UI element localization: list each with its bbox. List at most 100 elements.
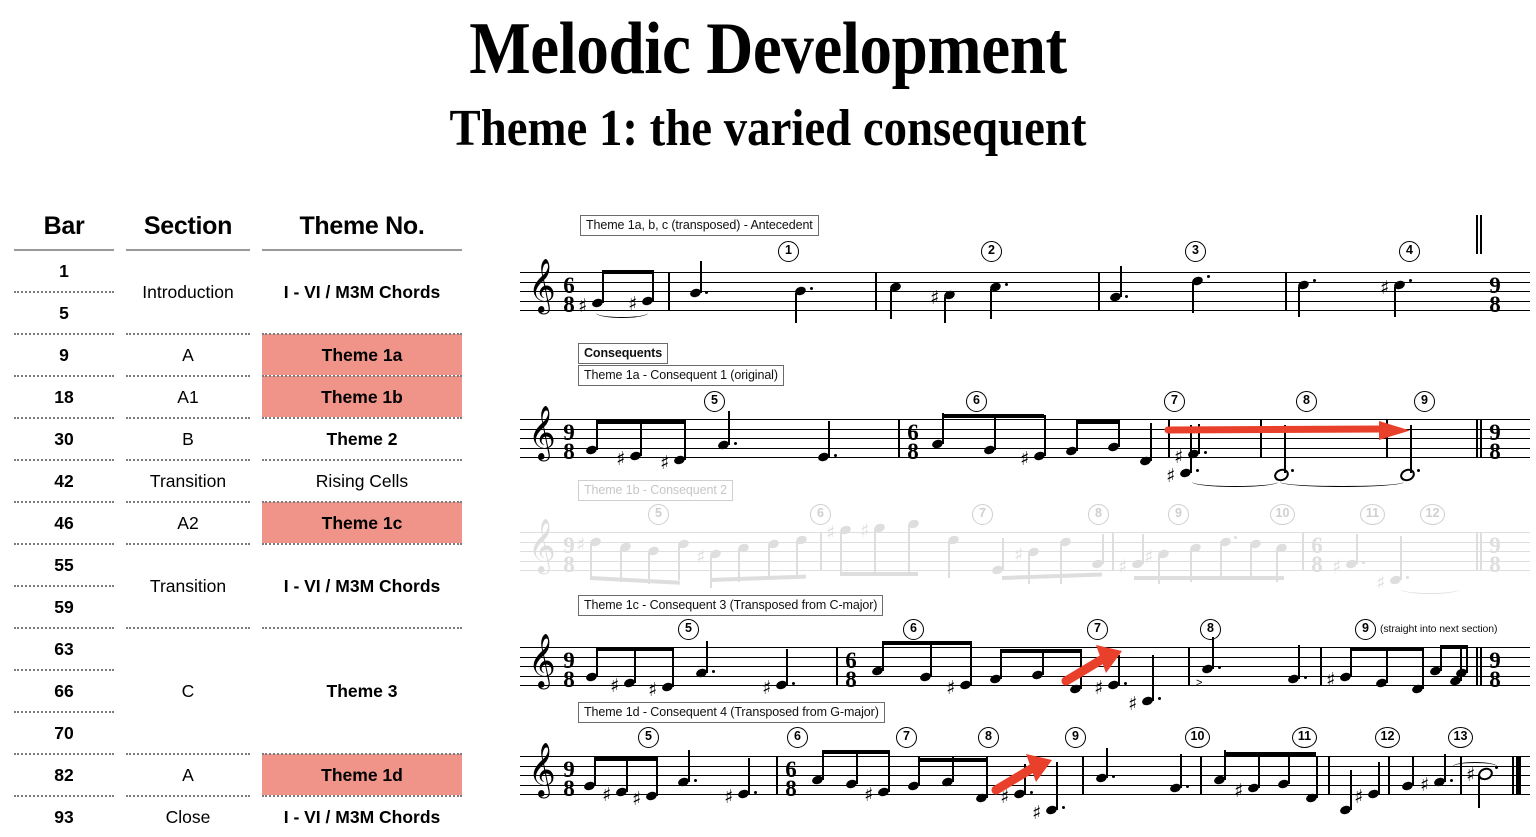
cell-gap [114, 418, 126, 459]
barline [820, 532, 822, 572]
title-block: Melodic Development Theme 1: the varied … [0, 0, 1536, 157]
mid-time-signature: 68 [845, 648, 857, 692]
form-structure-table: Bar Section Theme No. 1 Introduction I - V… [14, 212, 462, 837]
table-row: 18 A1 Theme 1b [14, 376, 462, 417]
tie [1452, 762, 1498, 772]
theme-cell-highlighted: Theme 1d [262, 754, 462, 795]
time-signature: 98 [563, 757, 575, 801]
barline [875, 272, 877, 312]
table-row: 46 A2 Theme 1c [14, 502, 462, 543]
beam [1001, 572, 1103, 580]
section-cell: A1 [177, 386, 199, 407]
barline [1328, 756, 1330, 796]
bar-number-cell: 18 [54, 386, 74, 407]
bar-number-cell: 66 [14, 670, 114, 713]
column-header-theme: Theme No. [262, 212, 462, 251]
system-consequent-3-label: Theme 1c - Consequent 3 (Transposed from… [578, 595, 884, 616]
bar-number: 5 [678, 619, 699, 640]
bar-number: 6 [787, 727, 808, 748]
sharp-accidental-icon: ♯ [930, 287, 940, 309]
sharp-accidental-icon: ♯ [578, 295, 588, 317]
table-row: 55 Transition I - VI / M3M Chords [14, 544, 462, 596]
bar-number: 8 [1200, 619, 1221, 640]
section-cell: Introduction [142, 281, 234, 302]
section-cell: Transition [149, 470, 227, 491]
section-cell: A [182, 764, 194, 785]
tie [1280, 477, 1404, 487]
bar-number: 3 [1185, 241, 1206, 262]
bar-number: 11 [1360, 504, 1385, 525]
end-time-signature: 98 [1489, 420, 1501, 464]
sharp-accidental-icon: ♯ [1144, 546, 1154, 568]
sharp-accidental-icon: ♯ [576, 534, 586, 556]
bar-number: 7 [896, 727, 917, 748]
sharp-accidental-icon: ♯ [1166, 465, 1176, 487]
beam [1076, 420, 1118, 424]
sharp-accidental-icon: ♯ [724, 786, 734, 808]
barline [668, 272, 670, 312]
end-time-signature: 98 [1489, 648, 1501, 692]
table-row: 1 Introduction I - VI / M3M Chords [14, 250, 462, 302]
bar-number: 7 [1087, 619, 1108, 640]
beam [1350, 647, 1424, 651]
section-cell: A [182, 344, 194, 365]
column-header-bar: Bar [14, 212, 114, 251]
bar-number: 6 [903, 619, 924, 640]
bar-number: 8 [978, 727, 999, 748]
sharp-accidental-icon: ♯ [1354, 786, 1364, 808]
bar-number: 8 [1296, 391, 1317, 412]
bar-number: 9 [1414, 391, 1435, 412]
bar-number-cell: 9 [59, 344, 69, 365]
bar-number-cell: 46 [54, 512, 74, 533]
system-consequent-4-label: Theme 1d - Consequent 4 (Transposed from… [578, 702, 885, 723]
bar-number: 5 [638, 727, 659, 748]
theme-cell-highlighted: Theme 1a [262, 334, 462, 375]
cell-gap [114, 460, 126, 501]
sharp-accidental-icon: ♯ [1376, 572, 1386, 594]
beam [1224, 752, 1316, 756]
barline [1082, 756, 1084, 796]
sharp-accidental-icon: ♯ [1380, 277, 1390, 299]
tie [1192, 477, 1278, 487]
theme-cell: Theme 2 [326, 428, 398, 449]
page-subtitle: Theme 1: the varied consequent [449, 99, 1087, 157]
barline [776, 756, 778, 796]
bar-number: 4 [1399, 241, 1420, 262]
cell-gap [114, 376, 126, 417]
bar-number: 5 [648, 504, 669, 525]
theme-cell: I - VI / M3M Chords [283, 281, 441, 302]
cell-gap [250, 250, 262, 333]
beam [918, 758, 986, 762]
cell-gap [250, 418, 262, 459]
sharp-accidental-icon: ♯ [1128, 693, 1138, 715]
cell-gap [114, 250, 126, 292]
beam [840, 572, 918, 576]
treble-clef-icon: 𝄞 [528, 258, 556, 313]
bar-number: 10 [1270, 504, 1295, 525]
sharp-accidental-icon: ♯ [1032, 802, 1042, 824]
header-spacer-1 [114, 212, 126, 250]
sharp-accidental-icon: ♯ [1020, 448, 1030, 470]
end-time-signature: 98 [1489, 533, 1501, 577]
sharp-accidental-icon: ♯ [1234, 780, 1244, 802]
cell-gap [250, 796, 262, 837]
sharp-accidental-icon: ♯ [632, 788, 642, 810]
beam [594, 757, 658, 761]
barline [1320, 647, 1322, 687]
time-signature: 98 [563, 648, 575, 692]
barline [1302, 532, 1304, 572]
sharp-accidental-icon: ♯ [946, 677, 956, 699]
time-signature: 68 [563, 273, 575, 317]
bar-number: 13 [1448, 727, 1473, 748]
system-antecedent-label: Theme 1a, b, c (transposed) - Antecedent [580, 215, 819, 236]
sharp-accidental-icon: ♯ [660, 452, 670, 474]
barline [1188, 647, 1190, 687]
bar-number: 8 [1088, 504, 1109, 525]
sharp-accidental-icon: ♯ [1332, 556, 1342, 578]
red-diagonal-arrow-icon [1061, 645, 1122, 686]
cell-gap [114, 502, 126, 543]
theme-cell: I - VI / M3M Chords [283, 806, 441, 827]
cell-gap [114, 670, 126, 712]
red-diagonal-arrow-icon [991, 754, 1052, 795]
table-row: 9 A Theme 1a [14, 334, 462, 375]
